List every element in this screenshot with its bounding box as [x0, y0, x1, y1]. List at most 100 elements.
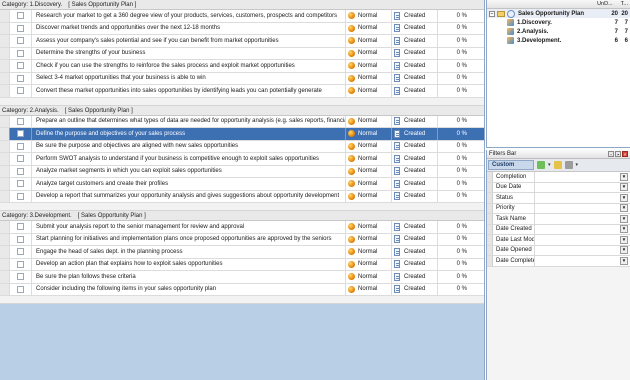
task-status-cell[interactable]: Created [392, 60, 438, 72]
task-row[interactable]: Discover market trends and opportunities… [0, 22, 484, 35]
task-name[interactable]: Develop an action plan that explains how… [32, 258, 346, 270]
task-checkbox-cell[interactable] [10, 190, 32, 202]
task-completion[interactable]: 0 % [438, 178, 484, 190]
dropdown-arrow-icon[interactable]: ▼ [620, 225, 628, 234]
task-name[interactable]: Be sure the purpose and objectives are a… [32, 140, 346, 152]
row-indicator[interactable] [0, 221, 10, 233]
task-priority-cell[interactable]: Normal [346, 190, 392, 202]
filter-value-input[interactable] [535, 235, 620, 245]
close-icon[interactable]: × [622, 151, 628, 157]
task-checkbox[interactable] [17, 37, 24, 45]
category-row[interactable]: Category: 2.Analysis. [ Sales Opportunity… [0, 105, 484, 116]
filter-row[interactable]: Status ▼ [487, 193, 630, 204]
task-priority-cell[interactable]: Normal [346, 233, 392, 245]
task-completion[interactable]: 0 % [438, 166, 484, 178]
filter-value-input[interactable] [535, 214, 620, 224]
task-name[interactable]: Be sure the plan follows these criteria [32, 271, 346, 283]
task-status-cell[interactable]: Created [392, 221, 438, 233]
task-completion[interactable]: 0 % [438, 153, 484, 165]
task-name[interactable]: Engage the head of sales dept. in the pl… [32, 246, 346, 258]
filter-row[interactable]: Date Opened ▼ [487, 245, 630, 256]
task-checkbox[interactable] [17, 130, 24, 138]
row-indicator[interactable] [0, 283, 10, 295]
task-status-cell[interactable]: Created [392, 128, 438, 140]
filter-row[interactable]: Date Created ▼ [487, 224, 630, 235]
filter-value-input[interactable] [535, 256, 620, 266]
task-row[interactable]: Engage the head of sales dept. in the pl… [0, 246, 484, 259]
dropdown-arrow-icon[interactable]: ▼ [620, 193, 628, 202]
task-row[interactable]: Be sure the purpose and objectives are a… [0, 140, 484, 153]
row-indicator[interactable] [0, 190, 10, 202]
task-checkbox-cell[interactable] [10, 85, 32, 97]
tree-item-category[interactable]: 3.Development. 6 6 [487, 36, 630, 45]
task-name[interactable]: Convert these market opportunities into … [32, 85, 346, 97]
task-row[interactable]: Assess your company's sales potential an… [0, 35, 484, 48]
task-status-cell[interactable]: Created [392, 190, 438, 202]
task-checkbox[interactable] [17, 273, 24, 281]
task-name[interactable]: Define the purpose and objectives of you… [32, 128, 346, 140]
task-checkbox[interactable] [17, 235, 24, 243]
task-status-cell[interactable]: Created [392, 165, 438, 177]
task-row[interactable]: Research your market to get a 360 degree… [0, 10, 484, 23]
task-checkbox-cell[interactable] [10, 115, 32, 127]
task-checkbox-cell[interactable] [10, 10, 32, 22]
task-checkbox[interactable] [17, 62, 24, 70]
dropdown-arrow-icon[interactable]: ▼ [620, 246, 628, 255]
filter-value-input[interactable] [535, 246, 620, 256]
task-priority-cell[interactable]: Normal [346, 140, 392, 152]
task-checkbox-cell[interactable] [10, 233, 32, 245]
filter-row[interactable]: Task Name ▼ [487, 214, 630, 225]
task-row[interactable]: Develop an action plan that explains how… [0, 258, 484, 271]
filter-row[interactable]: Due Date ▼ [487, 182, 630, 193]
task-completion[interactable]: 0 % [438, 60, 484, 72]
task-row[interactable]: Analyze target customers and create thei… [0, 178, 484, 191]
task-checkbox-cell[interactable] [10, 128, 32, 140]
task-checkbox[interactable] [17, 24, 24, 32]
task-checkbox-cell[interactable] [10, 60, 32, 72]
task-checkbox[interactable] [17, 223, 24, 231]
row-indicator[interactable] [0, 35, 10, 47]
filter-row[interactable]: Priority ▼ [487, 203, 630, 214]
task-checkbox-cell[interactable] [10, 47, 32, 59]
dropdown-arrow-icon[interactable]: ▼ [620, 235, 628, 244]
row-indicator[interactable] [0, 60, 10, 72]
task-row[interactable]: Be sure the plan follows these criteria N… [0, 271, 484, 284]
task-status-cell[interactable]: Created [392, 35, 438, 47]
dropdown-arrow-icon[interactable]: ▼ [620, 214, 628, 223]
dropdown-arrow-icon[interactable]: ▼ [620, 204, 628, 213]
task-name[interactable]: Discover market trends and opportunities… [32, 22, 346, 34]
task-checkbox-cell[interactable] [10, 178, 32, 190]
task-checkbox-cell[interactable] [10, 35, 32, 47]
task-priority-cell[interactable]: Normal [346, 35, 392, 47]
task-status-cell[interactable]: Created [392, 10, 438, 22]
task-checkbox-cell[interactable] [10, 258, 32, 270]
task-name[interactable]: Check if you can use the strengths to re… [32, 60, 346, 72]
task-priority-cell[interactable]: Normal [346, 283, 392, 295]
task-priority-cell[interactable]: Normal [346, 72, 392, 84]
dropdown-arrow-icon[interactable]: ▾ [576, 162, 579, 168]
filter-row[interactable]: Date Last Modifi ▼ [487, 235, 630, 246]
task-completion[interactable]: 0 % [438, 284, 484, 296]
tree-item-root[interactable]: − Sales Opportunity Plan 20 20 [487, 9, 630, 18]
task-completion[interactable]: 0 % [438, 23, 484, 35]
task-completion[interactable]: 0 % [438, 73, 484, 85]
task-row[interactable]: Convert these market opportunities into … [0, 85, 484, 98]
task-completion[interactable]: 0 % [438, 271, 484, 283]
task-completion[interactable]: 0 % [438, 35, 484, 47]
task-completion[interactable]: 0 % [438, 259, 484, 271]
task-status-cell[interactable]: Created [392, 153, 438, 165]
task-checkbox-cell[interactable] [10, 22, 32, 34]
row-indicator[interactable] [0, 258, 10, 270]
task-checkbox[interactable] [17, 167, 24, 175]
task-status-cell[interactable]: Created [392, 115, 438, 127]
task-priority-cell[interactable]: Normal [346, 246, 392, 258]
task-checkbox-cell[interactable] [10, 283, 32, 295]
edit-filter-icon[interactable] [553, 161, 562, 169]
task-completion[interactable]: 0 % [438, 191, 484, 203]
task-completion[interactable]: 0 % [438, 234, 484, 246]
task-name[interactable]: Prepare an outline that determines what … [32, 115, 346, 127]
task-name[interactable]: Assess your company's sales potential an… [32, 35, 346, 47]
task-row[interactable]: Start planning for initiatives and imple… [0, 233, 484, 246]
task-name[interactable]: Determine the strengths of your business [32, 47, 346, 59]
task-priority-cell[interactable]: Normal [346, 271, 392, 283]
